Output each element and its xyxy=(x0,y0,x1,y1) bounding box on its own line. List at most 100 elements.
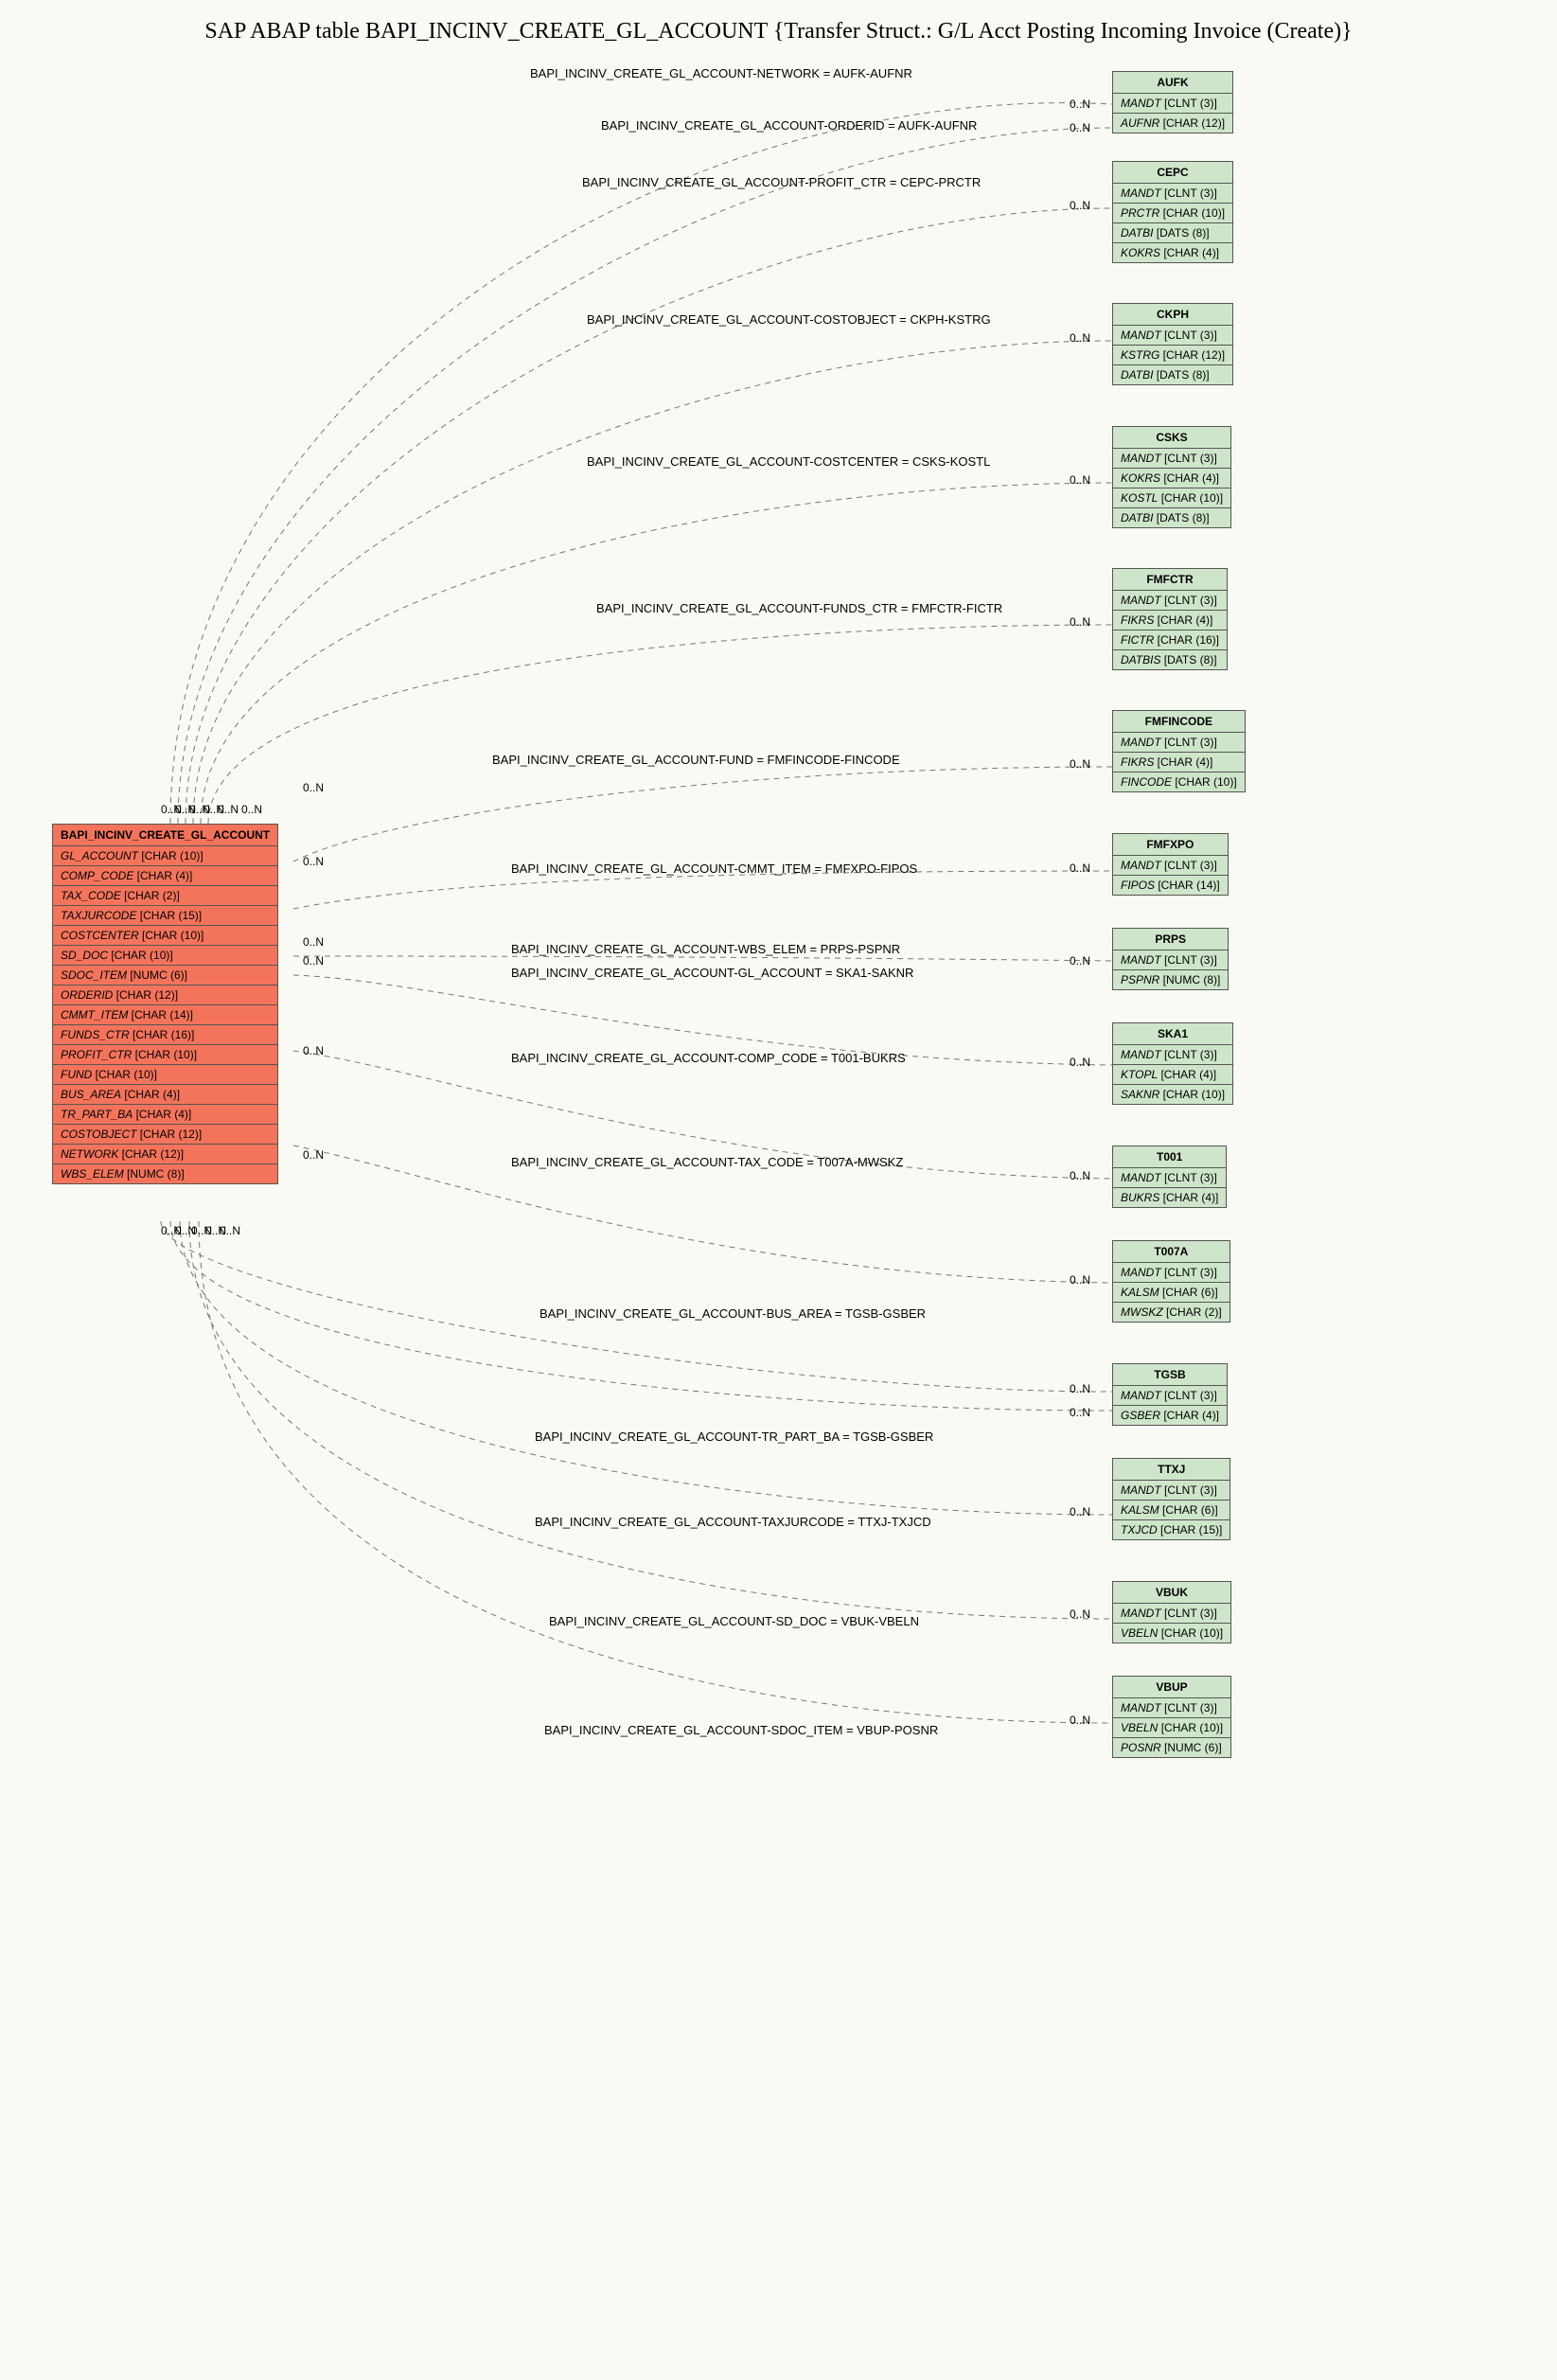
field-row: BUKRS [CHAR (4)] xyxy=(1113,1188,1226,1207)
cardinality-label: 0..N xyxy=(1070,1273,1090,1287)
related-entity-t007a: T007AMANDT [CLNT (3)]KALSM [CHAR (6)]MWS… xyxy=(1112,1240,1230,1323)
related-entity-tgsb: TGSBMANDT [CLNT (3)]GSBER [CHAR (4)] xyxy=(1112,1363,1228,1426)
field-row: VBELN [CHAR (10)] xyxy=(1113,1624,1230,1643)
related-entity-fmfctr: FMFCTRMANDT [CLNT (3)]FIKRS [CHAR (4)]FI… xyxy=(1112,568,1228,670)
related-entity-csks: CSKSMANDT [CLNT (3)]KOKRS [CHAR (4)]KOST… xyxy=(1112,426,1231,528)
field-name: COMP_CODE xyxy=(61,869,133,882)
field-name: PRCTR xyxy=(1121,206,1159,220)
field-type: [CLNT (3)] xyxy=(1161,329,1217,342)
entity-header: VBUP xyxy=(1113,1677,1230,1698)
field-name: MANDT xyxy=(1121,1701,1161,1714)
field-type: [CHAR (6)] xyxy=(1159,1503,1218,1517)
field-type: [NUMC (6)] xyxy=(1161,1741,1222,1754)
field-type: [NUMC (6)] xyxy=(127,968,187,982)
cardinality-label: 0..N xyxy=(1070,954,1090,968)
related-entity-ska1: SKA1MANDT [CLNT (3)]KTOPL [CHAR (4)]SAKN… xyxy=(1112,1022,1233,1105)
main-field-row: TR_PART_BA [CHAR (4)] xyxy=(53,1105,277,1125)
related-entity-vbup: VBUPMANDT [CLNT (3)]VBELN [CHAR (10)]POS… xyxy=(1112,1676,1231,1758)
field-name: FICTR xyxy=(1121,633,1154,647)
main-field-row: TAXJURCODE [CHAR (15)] xyxy=(53,906,277,926)
cardinality-label: 0..N xyxy=(1070,199,1090,212)
field-type: [CLNT (3)] xyxy=(1161,1389,1217,1402)
field-row: MANDT [CLNT (3)] xyxy=(1113,1481,1230,1501)
field-name: PROFIT_CTR xyxy=(61,1048,132,1061)
field-type: [CLNT (3)] xyxy=(1161,953,1217,967)
field-name: MANDT xyxy=(1121,1607,1161,1620)
field-type: [CLNT (3)] xyxy=(1161,859,1217,872)
main-field-row: BUS_AREA [CHAR (4)] xyxy=(53,1085,277,1105)
field-type: [CHAR (15)] xyxy=(136,909,202,922)
field-type: [CHAR (4)] xyxy=(121,1088,180,1101)
field-name: MANDT xyxy=(1121,329,1161,342)
field-name: MANDT xyxy=(1121,1171,1161,1184)
field-type: [DATS (8)] xyxy=(1153,226,1209,240)
main-field-row: FUNDS_CTR [CHAR (16)] xyxy=(53,1025,277,1045)
field-row: KALSM [CHAR (6)] xyxy=(1113,1283,1230,1303)
field-name: SDOC_ITEM xyxy=(61,968,127,982)
related-entity-ckph: CKPHMANDT [CLNT (3)]KSTRG [CHAR (12)]DAT… xyxy=(1112,303,1233,385)
field-row: MANDT [CLNT (3)] xyxy=(1113,1168,1226,1188)
cardinality-label: 0..N xyxy=(218,803,239,816)
cardinality-label: 0..N xyxy=(303,855,324,868)
cardinality-label: 0..N xyxy=(1070,331,1090,345)
field-name: KTOPL xyxy=(1121,1068,1158,1081)
relationship-label: BAPI_INCINV_CREATE_GL_ACCOUNT-CMMT_ITEM … xyxy=(511,861,917,876)
field-name: VBELN xyxy=(1121,1626,1158,1640)
field-name: GSBER xyxy=(1121,1409,1160,1422)
field-type: [CLNT (3)] xyxy=(1161,1266,1217,1279)
cardinality-label: 0..N xyxy=(1070,1406,1090,1419)
field-name: KOSTL xyxy=(1121,491,1158,505)
field-type: [CHAR (4)] xyxy=(1160,246,1219,259)
field-row: FIPOS [CHAR (14)] xyxy=(1113,876,1228,895)
field-name: DATBI xyxy=(1121,368,1153,382)
entity-header: CKPH xyxy=(1113,304,1232,326)
main-field-row: TAX_CODE [CHAR (2)] xyxy=(53,886,277,906)
field-row: POSNR [NUMC (6)] xyxy=(1113,1738,1230,1757)
field-row: AUFNR [CHAR (12)] xyxy=(1113,114,1232,133)
cardinality-label: 0..N xyxy=(303,1148,324,1162)
entity-header: FMFINCODE xyxy=(1113,711,1245,733)
cardinality-label: 0..N xyxy=(1070,1169,1090,1182)
field-row: FIKRS [CHAR (4)] xyxy=(1113,611,1227,631)
field-name: KOKRS xyxy=(1121,246,1160,259)
related-entity-cepc: CEPCMANDT [CLNT (3)]PRCTR [CHAR (10)]DAT… xyxy=(1112,161,1233,263)
field-name: GL_ACCOUNT xyxy=(61,849,138,862)
field-row: FIKRS [CHAR (4)] xyxy=(1113,753,1245,773)
field-type: [CLNT (3)] xyxy=(1161,736,1217,749)
field-type: [CHAR (15)] xyxy=(1158,1523,1223,1536)
main-entity-header: BAPI_INCINV_CREATE_GL_ACCOUNT xyxy=(53,825,277,846)
entity-header: CEPC xyxy=(1113,162,1232,184)
cardinality-label: 0..N xyxy=(1070,1714,1090,1727)
field-name: TAX_CODE xyxy=(61,889,121,902)
field-name: MANDT xyxy=(1121,97,1161,110)
field-type: [CLNT (3)] xyxy=(1161,594,1217,607)
field-type: [CHAR (10)] xyxy=(1158,1626,1223,1640)
field-type: [CHAR (10)] xyxy=(108,949,173,962)
cardinality-label: 0..N xyxy=(1070,473,1090,487)
main-field-row: NETWORK [CHAR (12)] xyxy=(53,1145,277,1164)
field-name: MANDT xyxy=(1121,1266,1161,1279)
field-row: VBELN [CHAR (10)] xyxy=(1113,1718,1230,1738)
field-type: [CHAR (10)] xyxy=(1158,491,1223,505)
field-name: TR_PART_BA xyxy=(61,1108,133,1121)
field-row: MANDT [CLNT (3)] xyxy=(1113,1698,1230,1718)
entity-header: T001 xyxy=(1113,1146,1226,1168)
field-name: MWSKZ xyxy=(1121,1305,1163,1319)
field-row: KOSTL [CHAR (10)] xyxy=(1113,488,1230,508)
related-entity-fmfincode: FMFINCODEMANDT [CLNT (3)]FIKRS [CHAR (4)… xyxy=(1112,710,1246,792)
related-entity-vbuk: VBUKMANDT [CLNT (3)]VBELN [CHAR (10)] xyxy=(1112,1581,1231,1643)
main-field-row: SD_DOC [CHAR (10)] xyxy=(53,946,277,966)
field-type: [DATS (8)] xyxy=(1160,653,1216,666)
field-name: FIPOS xyxy=(1121,879,1155,892)
field-name: PSPNR xyxy=(1121,973,1159,986)
field-type: [CLNT (3)] xyxy=(1161,452,1217,465)
entity-header: SKA1 xyxy=(1113,1023,1232,1045)
cardinality-label: 0..N xyxy=(1070,1505,1090,1519)
relationship-label: BAPI_INCINV_CREATE_GL_ACCOUNT-FUNDS_CTR … xyxy=(596,601,1002,615)
main-field-row: ORDERID [CHAR (12)] xyxy=(53,986,277,1005)
field-type: [CLNT (3)] xyxy=(1161,97,1217,110)
field-type: [CHAR (4)] xyxy=(1159,1191,1218,1204)
main-field-row: PROFIT_CTR [CHAR (10)] xyxy=(53,1045,277,1065)
field-name: SD_DOC xyxy=(61,949,108,962)
field-name: KALSM xyxy=(1121,1286,1159,1299)
